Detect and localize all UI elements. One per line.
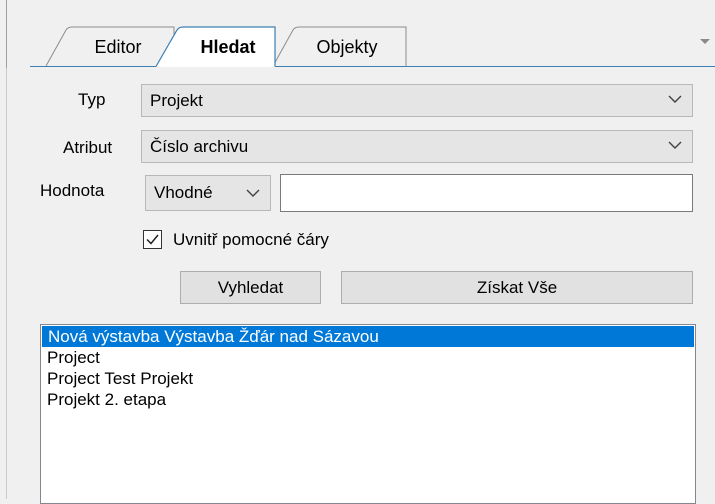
chevron-down-icon <box>668 95 682 103</box>
type-select[interactable]: Projekt <box>141 84 693 117</box>
results-list[interactable]: Nová výstavba Výstavba Žďár nad Sázavou … <box>40 324 696 504</box>
tab-hledat[interactable]: Hledat <box>155 26 290 67</box>
inside-helper-lines-checkbox[interactable] <box>143 230 162 249</box>
list-item[interactable]: Nová výstavba Výstavba Žďár nad Sázavou <box>42 326 694 347</box>
checkmark-icon <box>146 234 159 245</box>
chevron-down-icon[interactable] <box>700 39 710 44</box>
type-label: Typ <box>78 90 106 109</box>
tab-hledat-label: Hledat <box>200 37 256 57</box>
value-input[interactable] <box>280 174 693 212</box>
list-item[interactable]: Projekt 2. etapa <box>41 389 695 410</box>
match-mode-select[interactable]: Vhodné <box>145 175 271 211</box>
list-item[interactable]: Project <box>41 347 695 368</box>
panel-splitter[interactable] <box>0 0 7 499</box>
get-all-button[interactable]: Získat Vše <box>341 271 693 304</box>
type-select-value: Projekt <box>150 91 203 110</box>
inside-helper-lines-label: Uvnitř pomocné čáry <box>173 230 329 249</box>
attribute-select-value: Číslo archivu <box>150 137 249 156</box>
tab-objekty-label: Objekty <box>316 37 378 57</box>
value-label: Hodnota <box>40 181 105 200</box>
list-item[interactable]: Project Test Projekt <box>41 368 695 389</box>
attribute-label: Atribut <box>63 138 113 157</box>
chevron-down-icon <box>668 141 682 149</box>
tab-objekty[interactable]: Objekty <box>272 26 407 67</box>
search-button[interactable]: Vyhledat <box>180 271 321 304</box>
chevron-down-icon <box>246 189 260 197</box>
tab-strip: Editor Objekty Hledat <box>30 0 715 68</box>
attribute-select[interactable]: Číslo archivu <box>141 130 693 163</box>
match-mode-value: Vhodné <box>154 183 213 202</box>
splitter-divider <box>0 0 7 68</box>
